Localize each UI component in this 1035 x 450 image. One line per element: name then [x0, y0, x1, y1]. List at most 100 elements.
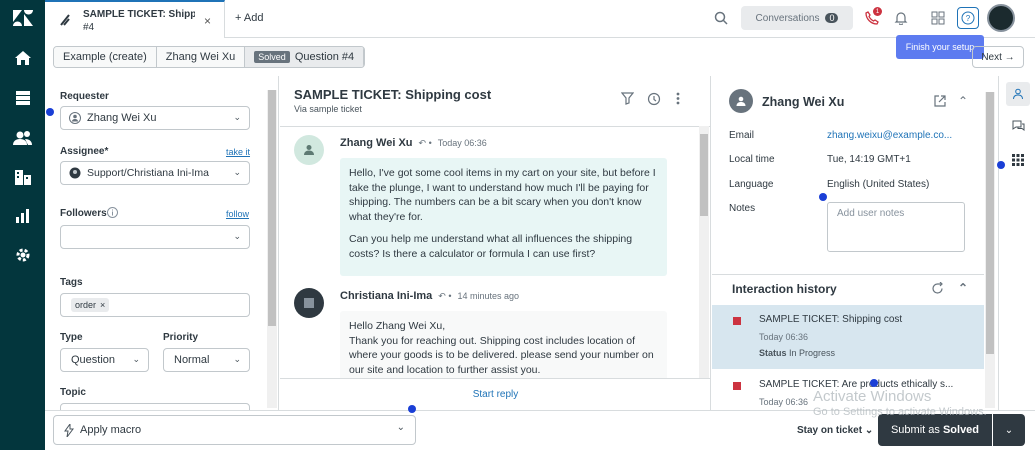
- message-paragraph: Hello, I've got some cool items in my ca…: [349, 167, 656, 223]
- admin-gear-icon[interactable]: [0, 237, 45, 273]
- chevron-down-icon: ⌄: [233, 354, 241, 364]
- followers-field[interactable]: ⌄: [60, 225, 250, 249]
- message-author: Zhang Wei Xu ↶ • Today 06:36: [340, 137, 487, 149]
- finish-setup-tooltip[interactable]: Finish your setup: [896, 35, 984, 59]
- message-time: 14 minutes ago: [457, 291, 520, 301]
- customer-message: Hello, I've got some cool items in my ca…: [340, 158, 667, 276]
- add-tab-button[interactable]: + Add: [235, 12, 263, 24]
- collapse-chevron-icon[interactable]: ⌃: [958, 281, 968, 295]
- language-value: English (United States): [827, 179, 930, 190]
- chevron-down-icon: ⌄: [1004, 424, 1014, 436]
- conversations-count-badge: 0: [825, 13, 839, 23]
- email-link[interactable]: zhang.weixu@example.co...: [827, 130, 952, 141]
- language-label: Language: [729, 179, 774, 190]
- user-avatar[interactable]: [987, 4, 1015, 32]
- message-list: Zhang Wei Xu ↶ • Today 06:36 Hello, I've…: [280, 126, 710, 378]
- priority-value: Normal: [174, 354, 210, 366]
- apps-grid-icon[interactable]: [1006, 148, 1030, 172]
- email-label: Email: [729, 130, 755, 141]
- history-item-title: SAMPLE TICKET: Shipping cost: [759, 314, 903, 325]
- interaction-history-header: Interaction history ⌃: [712, 274, 984, 302]
- customer-name: Zhang Wei Xu: [762, 95, 845, 109]
- zendesk-logo-icon[interactable]: [0, 0, 45, 36]
- close-tab-icon[interactable]: ×: [204, 14, 211, 28]
- knowledge-chat-icon[interactable]: [1006, 114, 1030, 138]
- submit-options-button[interactable]: ⌄: [993, 414, 1025, 446]
- reply-arrow-icon[interactable]: ↶ •: [438, 291, 451, 302]
- help-icon[interactable]: ?: [957, 7, 979, 29]
- customers-icon[interactable]: [0, 120, 45, 156]
- interaction-history-title: Interaction history: [732, 281, 837, 296]
- search-icon[interactable]: [712, 9, 730, 27]
- indicator-dot: [408, 405, 416, 413]
- more-options-icon[interactable]: [676, 92, 680, 108]
- products-grid-icon[interactable]: [929, 9, 947, 27]
- views-icon[interactable]: [0, 80, 45, 116]
- breadcrumb-ticket-label: Question #4: [294, 51, 355, 63]
- assignee-field[interactable]: Support/Christiana Ini-Ima ⌄: [60, 161, 250, 185]
- next-button[interactable]: Next →: [972, 46, 1024, 68]
- phone-icon[interactable]: 1: [863, 7, 882, 27]
- indicator-dot: [870, 379, 878, 387]
- reporting-icon[interactable]: [0, 198, 45, 234]
- tag-label: order: [75, 300, 97, 310]
- local-time-value: Tue, 14:19 GMT+1: [827, 154, 911, 165]
- tags-label: Tags: [60, 277, 83, 288]
- requester-field[interactable]: Zhang Wei Xu ⌄: [60, 106, 250, 130]
- context-scrollbar[interactable]: [985, 92, 995, 408]
- breadcrumb-requester[interactable]: Zhang Wei Xu: [156, 47, 246, 67]
- chevron-down-icon: ⌄: [233, 231, 241, 241]
- reply-arrow-icon[interactable]: ↶ •: [419, 138, 432, 149]
- breadcrumb-ticket[interactable]: Solved Question #4: [245, 47, 365, 67]
- history-item-time: Today 06:36: [759, 332, 809, 342]
- message-time: Today 06:36: [437, 138, 487, 148]
- ticket-tab-number: #4: [83, 22, 95, 33]
- chevron-down-icon: ⌄: [233, 167, 241, 177]
- notifications-bell-icon[interactable]: [892, 9, 910, 27]
- customer-context-icon[interactable]: [1006, 82, 1030, 106]
- open-external-icon[interactable]: [934, 95, 946, 110]
- remove-tag-icon[interactable]: ×: [100, 300, 105, 310]
- take-it-link[interactable]: take it: [226, 147, 250, 157]
- topic-select[interactable]: [60, 403, 250, 410]
- ticket-tab[interactable]: SAMPLE TICKET: Shipping cost #4 ×: [45, 0, 225, 38]
- topic-label: Topic: [60, 387, 86, 398]
- conversations-label: Conversations: [755, 12, 820, 24]
- follow-link[interactable]: follow: [226, 209, 249, 219]
- tags-field[interactable]: order ×: [60, 293, 250, 317]
- message-paragraph: Thank you for reaching out. Shipping cos…: [349, 334, 654, 376]
- priority-select[interactable]: Normal ⌄: [163, 348, 250, 372]
- home-icon[interactable]: [0, 40, 45, 76]
- type-label: Type: [60, 332, 83, 343]
- user-icon: [69, 112, 81, 127]
- agent-avatar: [294, 288, 324, 318]
- stay-on-ticket-label: Stay on ticket: [797, 425, 863, 436]
- status-badge: Solved: [254, 51, 290, 63]
- agent-message: Hello Zhang Wei Xu, Thank you for reachi…: [340, 311, 667, 378]
- filter-icon[interactable]: [620, 92, 635, 108]
- submit-status: Solved: [942, 424, 980, 436]
- breadcrumb-organization[interactable]: Example (create): [54, 47, 157, 67]
- submit-button[interactable]: Submit as Solved: [878, 414, 992, 446]
- ticket-channel: Via sample ticket: [294, 104, 362, 114]
- user-notes-input[interactable]: Add user notes: [827, 202, 965, 252]
- refresh-icon[interactable]: [931, 281, 944, 298]
- history-item[interactable]: SAMPLE TICKET: Shipping cost Today 06:36…: [712, 305, 984, 369]
- type-select[interactable]: Question ⌄: [60, 348, 149, 372]
- history-icon[interactable]: [647, 92, 661, 109]
- conversation-scrollbar[interactable]: [699, 126, 709, 378]
- conversation-panel: SAMPLE TICKET: Shipping cost Via sample …: [280, 76, 711, 410]
- organizations-icon[interactable]: [0, 159, 45, 195]
- collapse-chevron-icon[interactable]: ⌃: [958, 94, 968, 108]
- customer-avatar: [729, 89, 753, 113]
- priority-label: Priority: [163, 332, 199, 343]
- assignee-value: Support/Christiana Ini-Ima: [87, 167, 209, 179]
- stay-on-ticket-dropdown[interactable]: Stay on ticket ⌄: [797, 425, 873, 436]
- start-reply-button[interactable]: Start reply: [280, 378, 710, 410]
- conversations-button[interactable]: Conversations 0: [741, 6, 853, 30]
- apply-macro-button[interactable]: Apply macro ⌄: [53, 415, 416, 445]
- properties-scrollbar[interactable]: [267, 90, 277, 408]
- submit-prefix: Submit as: [890, 424, 940, 436]
- apply-macro-label: Apply macro: [80, 424, 142, 436]
- top-bar: SAMPLE TICKET: Shipping cost #4 × + Add …: [45, 0, 1035, 38]
